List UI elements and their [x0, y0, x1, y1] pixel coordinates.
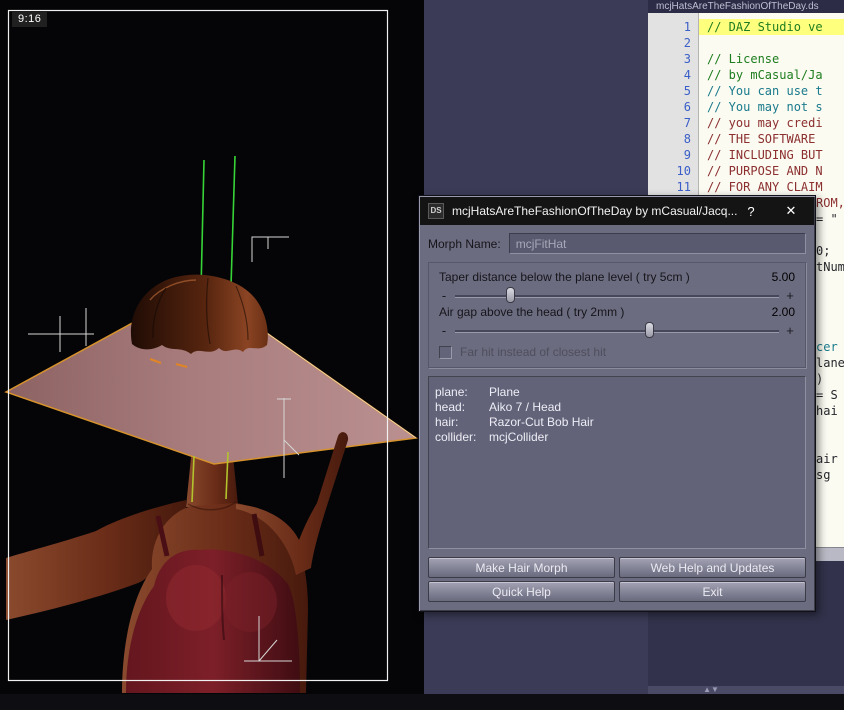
viewport-3d[interactable]: 9:16: [0, 0, 424, 694]
code-fragment: ROM,: [816, 196, 844, 210]
code-fragment: sg: [816, 468, 831, 482]
pane-splitter[interactable]: ▲▼: [648, 686, 844, 694]
airgap-slider-value: 2.00: [771, 305, 795, 319]
bottom-bar: [0, 694, 844, 710]
code-line: 6// You may not s: [683, 100, 823, 114]
slider-plus-button[interactable]: +: [785, 323, 795, 338]
make-hair-morph-button[interactable]: Make Hair Morph: [428, 557, 615, 578]
figure-body[interactable]: [6, 432, 349, 693]
green-guide-lines: [200, 155, 236, 291]
farhit-checkbox-row[interactable]: Far hit instead of closest hit: [439, 345, 795, 359]
daz-studio-window: 9:16 mcjHatsAreTheFashionOfTheDay.ds 1//…: [0, 0, 844, 710]
code-line: 2: [683, 36, 691, 50]
aspect-ratio-label: 9:16: [12, 12, 48, 27]
settings-group: Taper distance below the plane level ( t…: [428, 262, 806, 368]
code-fragment: = ": [816, 212, 838, 226]
dialog-titlebar[interactable]: DS mcjHatsAreTheFashionOfTheDay by mCasu…: [420, 197, 814, 225]
code-fragment: hai: [816, 404, 838, 418]
code-line: 5// You can use t: [683, 84, 823, 98]
taper-slider-track[interactable]: [455, 287, 779, 303]
dialog-buttons: Make Hair Morph Web Help and Updates Qui…: [428, 557, 806, 602]
airgap-slider-label: Air gap above the head ( try 2mm ): [439, 305, 625, 319]
farhit-checkbox[interactable]: [439, 345, 452, 359]
farhit-checkbox-label: Far hit instead of closest hit: [460, 345, 607, 359]
code-line: 9// INCLUDING BUT: [683, 148, 823, 162]
info-row-head: head: Aiko 7 / Head: [435, 400, 562, 414]
hair-mesh[interactable]: [130, 274, 268, 354]
dialog-close-button[interactable]: ✕: [776, 203, 806, 219]
code-line: 4// by mCasual/Ja: [683, 68, 823, 82]
slider-plus-button[interactable]: +: [785, 288, 795, 303]
info-row-plane: plane: Plane: [435, 385, 520, 399]
code-fragment: tNum: [816, 260, 844, 274]
code-line: 3// License: [683, 52, 780, 66]
exit-button[interactable]: Exit: [619, 581, 806, 602]
slider-minus-button[interactable]: -: [439, 323, 449, 338]
dialog-body: Morph Name: Taper distance below the pla…: [420, 225, 814, 610]
quick-help-button[interactable]: Quick Help: [428, 581, 615, 602]
airgap-slider[interactable]: - +: [439, 321, 795, 339]
morph-name-row: Morph Name:: [428, 233, 806, 254]
code-fragment: cer: [816, 340, 838, 354]
airgap-slider-handle[interactable]: [645, 322, 655, 338]
morph-name-input[interactable]: [508, 233, 806, 254]
fithat-dialog: DS mcjHatsAreTheFashionOfTheDay by mCasu…: [418, 195, 816, 612]
info-row-collider: collider: mcjCollider: [435, 430, 549, 444]
splitter-arrows-icon: ▲▼: [703, 685, 719, 694]
code-line: 7// you may credi: [683, 116, 823, 130]
code-fragment: lane: [816, 356, 844, 370]
dialog-help-button[interactable]: ?: [738, 204, 764, 219]
taper-slider-handle[interactable]: [506, 287, 516, 303]
code-fragment: air: [816, 452, 838, 466]
taper-slider-label: Taper distance below the plane level ( t…: [439, 270, 690, 284]
scene-info-box: plane: Plane head: Aiko 7 / Head hair: Razo…: [428, 376, 806, 549]
code-line: 10// PURPOSE AND N: [676, 164, 823, 178]
taper-slider[interactable]: - +: [439, 286, 795, 304]
code-line: 1// DAZ Studio ve: [648, 19, 844, 35]
morph-name-label: Morph Name:: [428, 236, 501, 251]
code-line: 8// THE SOFTWARE: [683, 132, 816, 146]
scene-render: [4, 9, 419, 693]
slider-minus-button[interactable]: -: [439, 288, 449, 303]
code-line: 11// FOR ANY CLAIM: [676, 180, 823, 194]
daz-app-icon: DS: [428, 203, 444, 219]
code-fragment: ): [816, 372, 824, 386]
info-row-hair: hair: Razor-Cut Bob Hair: [435, 415, 594, 429]
code-fragment: = S: [816, 388, 838, 402]
taper-slider-value: 5.00: [771, 270, 795, 284]
web-help-button[interactable]: Web Help and Updates: [619, 557, 806, 578]
code-fragment: 0;: [816, 244, 831, 258]
dialog-title: mcjHatsAreTheFashionOfTheDay by mCasual/…: [452, 204, 738, 218]
editor-title: mcjHatsAreTheFashionOfTheDay.ds: [648, 0, 844, 13]
airgap-slider-track[interactable]: [455, 322, 779, 338]
